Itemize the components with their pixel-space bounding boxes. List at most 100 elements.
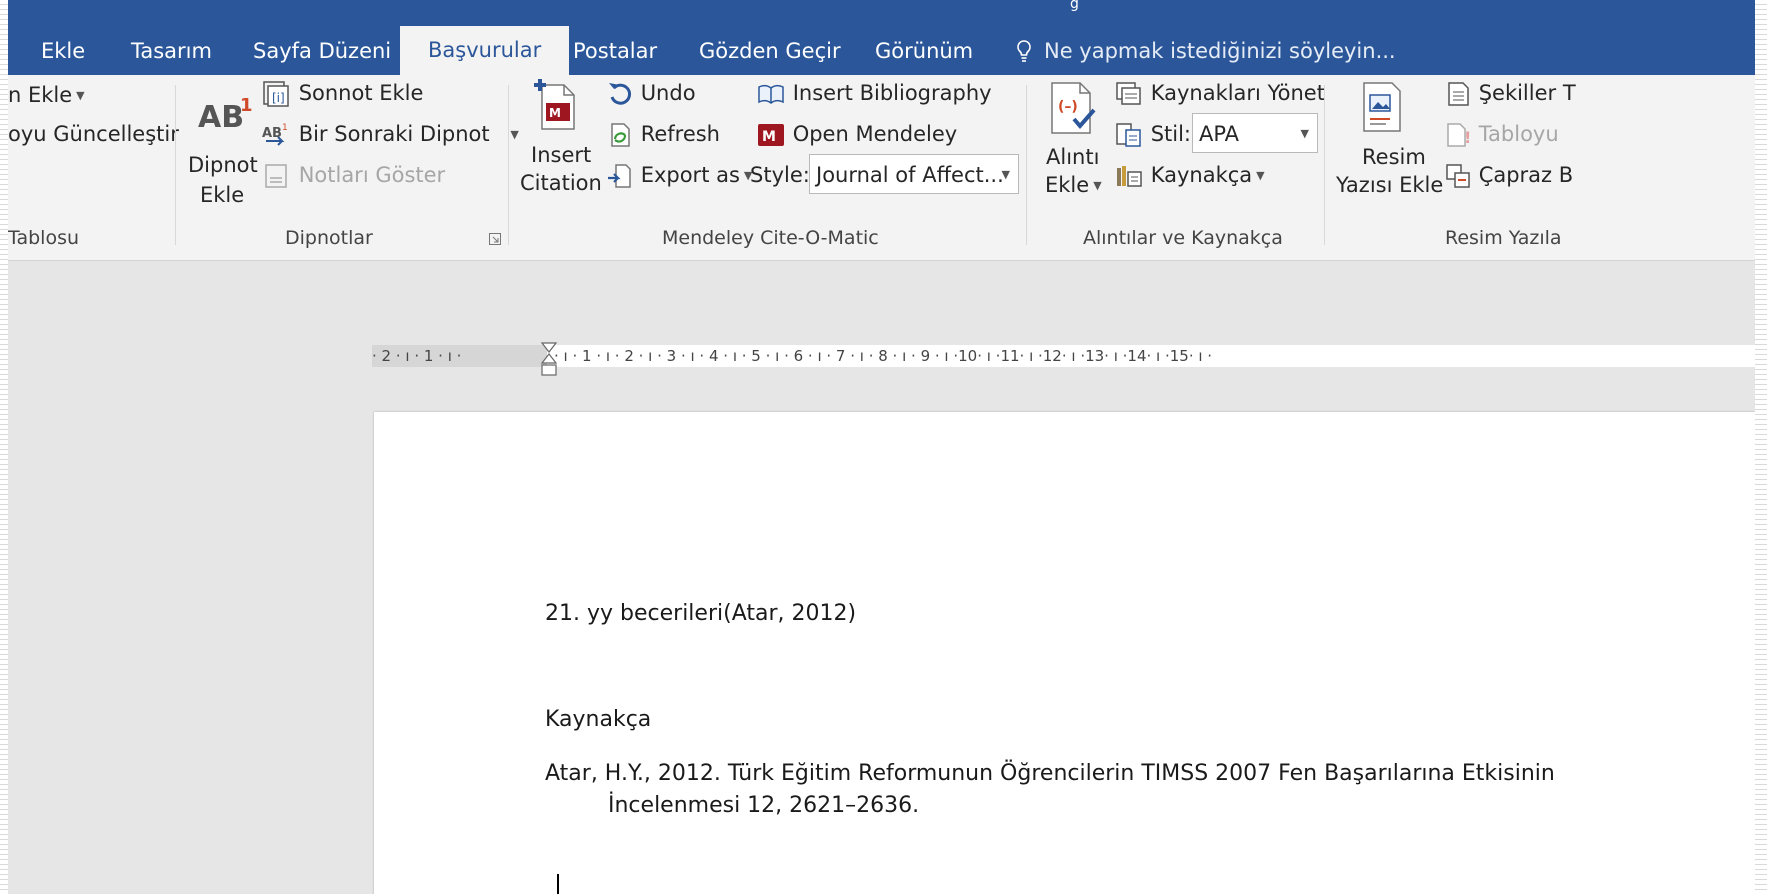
tell-me-box[interactable]: Ne yapmak istediğinizi söyleyin... xyxy=(1016,28,1396,75)
document-page[interactable]: 21. yy becerileri(Atar, 2012) Kaynakça A… xyxy=(374,412,1755,894)
next-footnote-label: Bir Sonraki Dipnot xyxy=(298,122,490,146)
indent-marker-icon[interactable] xyxy=(540,341,558,385)
table-of-figures-icon xyxy=(1448,82,1469,106)
left-edge xyxy=(0,0,8,894)
bibliography-label: Kaynakça xyxy=(1150,163,1253,187)
update-toc-button[interactable]: oyu Güncelleştir xyxy=(8,120,179,148)
mendeley-style-select[interactable]: Journal of Affect... ▼ xyxy=(809,154,1019,194)
svg-text:M: M xyxy=(762,129,776,145)
insert-citation-label-2: Ekle ▼ xyxy=(1045,171,1102,200)
undo-label: Undo xyxy=(640,81,696,105)
insert-citation-icon: M xyxy=(534,79,575,130)
insert-bibliography-label: Insert Bibliography xyxy=(792,81,992,105)
chevron-down-icon: ▼ xyxy=(1300,127,1309,140)
citation-style-label-wrap: Stil: xyxy=(1114,120,1191,149)
manage-sources-button[interactable]: Kaynakları Yönet xyxy=(1114,79,1325,108)
undo-button[interactable]: Undo xyxy=(606,79,696,108)
horizontal-ruler[interactable]: · 2 · ı · 1 · ı · · ı · 1 · ı · 2 · ı · … xyxy=(372,345,1755,367)
cross-reference-icon xyxy=(1446,164,1470,188)
mendeley-group-label: Mendeley Cite-O-Matic xyxy=(662,227,879,249)
manage-sources-label: Kaynakları Yönet xyxy=(1150,81,1325,105)
svg-text:M: M xyxy=(549,106,561,120)
insert-caption-button[interactable]: Resim Yazısı Ekle xyxy=(1330,79,1443,219)
text-cursor xyxy=(557,874,559,894)
tab-layout[interactable]: Sayfa Düzeni xyxy=(253,28,391,75)
bibliography-icon xyxy=(1117,166,1142,187)
ruler-right-numbers: · ı · 1 · ı · 2 · ı · 3 · ı · 4 · ı · 5 … xyxy=(554,347,1213,365)
footnotes-group-label: Dipnotlar xyxy=(285,227,373,249)
export-as-button[interactable]: Export as ▼ xyxy=(606,161,752,190)
tab-design[interactable]: Tasarım xyxy=(131,28,212,75)
insert-endnote-button[interactable]: [i] Sonnot Ekle xyxy=(262,79,423,108)
svg-text:!: ! xyxy=(1464,128,1471,147)
group-divider xyxy=(1026,85,1027,245)
notes-icon xyxy=(265,164,287,188)
tab-view[interactable]: Görünüm xyxy=(875,28,973,75)
footnote-ab-icon: AB 1 xyxy=(198,95,252,135)
screen: ğ Ekle Tasarım Sayfa Düzeni Başvurular P… xyxy=(0,0,1767,894)
document-workspace: · 2 · ı · 1 · ı · · ı · 1 · ı · 2 · ı · … xyxy=(8,261,1755,894)
bibliography-button[interactable]: Kaynakça ▼ xyxy=(1114,161,1265,190)
citation-style-label: Stil: xyxy=(1150,122,1191,146)
reference-entry-line-2: İncelenmesi 12, 2621–2636. xyxy=(608,793,920,818)
table-of-figures-label: Şekiller T xyxy=(1478,81,1576,105)
insert-caption-label-1: Resim xyxy=(1362,145,1426,169)
chevron-down-icon: ▼ xyxy=(1256,169,1265,182)
svg-text:AB: AB xyxy=(198,100,244,135)
dialog-launcher-icon[interactable] xyxy=(489,233,501,245)
refresh-button[interactable]: Refresh xyxy=(606,120,720,149)
table-of-figures-button[interactable]: Şekiller T xyxy=(1444,79,1576,108)
tab-review[interactable]: Gözden Geçir xyxy=(699,28,841,75)
body-text-line: 21. yy becerileri(Atar, 2012) xyxy=(545,601,857,626)
citation-style-select[interactable]: APA ▼ xyxy=(1192,113,1318,153)
mendeley-style-label: Style: xyxy=(750,163,810,187)
insert-citation-label-2: Citation xyxy=(520,171,602,195)
insert-footnote-label-1: Dipnot xyxy=(188,153,258,177)
open-mendeley-button[interactable]: M Open Mendeley xyxy=(756,120,957,149)
chevron-down-icon: ▼ xyxy=(1001,168,1010,181)
group-divider xyxy=(508,85,509,245)
insert-citation-label-1: Insert xyxy=(531,143,592,167)
insert-footnote-label-2: Ekle xyxy=(200,183,245,207)
book-icon xyxy=(758,84,784,104)
lightbulb-icon xyxy=(1017,39,1031,62)
right-edge xyxy=(1755,0,1767,894)
ribbon-tab-bar: ğ Ekle Tasarım Sayfa Düzeni Başvurular P… xyxy=(8,0,1755,75)
toc-group-label: Tablosu xyxy=(8,227,80,249)
bibliography-heading: Kaynakça xyxy=(545,707,652,732)
chevron-down-icon: ▼ xyxy=(76,89,85,102)
next-footnote-button[interactable]: AB 1 Bir Sonraki Dipnot ▼ xyxy=(262,120,519,149)
insert-citation-text: Ekle xyxy=(1045,173,1090,197)
tab-insert[interactable]: Ekle xyxy=(41,28,85,75)
insert-citation-button[interactable]: (–) Alıntı Ekle ▼ xyxy=(1038,79,1108,219)
tell-me-text: Ne yapmak istediğinizi söyleyin... xyxy=(1044,39,1396,63)
svg-text:[i]: [i] xyxy=(272,91,285,105)
update-figures-table-button[interactable]: ! Tabloyu xyxy=(1444,120,1559,149)
insert-footnote-button[interactable]: AB 1 Dipnot Ekle xyxy=(184,89,258,219)
style-icon xyxy=(1116,123,1141,147)
ruler-left-numbers: · 2 · ı · 1 · ı · xyxy=(372,347,462,365)
add-text-button[interactable]: n Ekle ▼ xyxy=(8,81,85,110)
mendeley-insert-citation-button[interactable]: M Insert Citation xyxy=(516,77,602,217)
add-text-label: n Ekle xyxy=(8,83,73,107)
insert-bibliography-button[interactable]: Insert Bibliography xyxy=(756,79,992,108)
cross-reference-label: Çapraz B xyxy=(1478,163,1574,187)
svg-text:1: 1 xyxy=(240,95,252,116)
tab-mailings[interactable]: Postalar xyxy=(573,28,657,75)
svg-text:1: 1 xyxy=(282,123,288,133)
show-notes-button[interactable]: Notları Göster xyxy=(262,161,445,190)
next-footnote-icon: AB 1 xyxy=(262,123,288,146)
insert-endnote-label: Sonnot Ekle xyxy=(298,81,424,105)
endnote-icon: [i] xyxy=(263,81,289,107)
chevron-down-icon: ▼ xyxy=(1093,179,1102,192)
ribbon-references: n Ekle ▼ oyu Güncelleştir Tablosu AB 1 Di… xyxy=(8,75,1755,261)
export-as-label: Export as xyxy=(640,163,740,187)
svg-text:(–): (–) xyxy=(1058,99,1078,115)
refresh-icon xyxy=(611,123,630,147)
cross-reference-button[interactable]: Çapraz B xyxy=(1444,161,1573,190)
update-table-icon: ! xyxy=(1447,123,1471,147)
tab-references[interactable]: Başvurular xyxy=(400,26,570,75)
title-fragment: ğ xyxy=(1070,0,1079,12)
caption-icon xyxy=(1363,82,1401,132)
update-figures-table-label: Tabloyu xyxy=(1478,122,1559,146)
